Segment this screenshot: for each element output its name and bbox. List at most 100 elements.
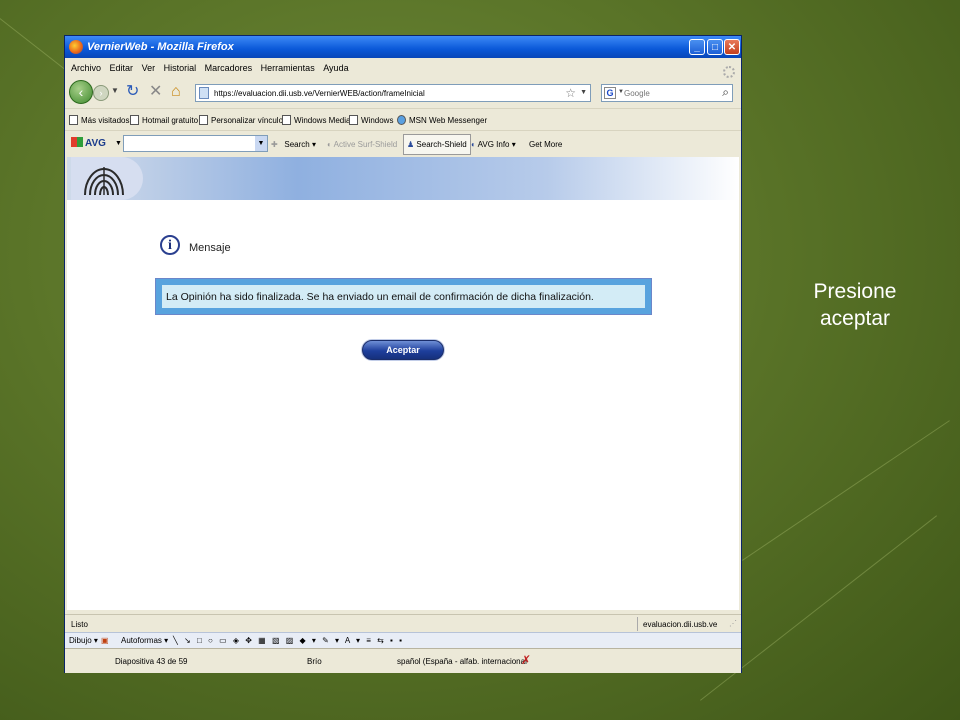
menu-ayuda[interactable]: Ayuda: [323, 63, 348, 73]
bookmark-star-icon[interactable]: ☆: [565, 86, 576, 100]
menu-archivo[interactable]: Archivo: [71, 63, 101, 73]
bookmarks-toolbar: Más visitados Hotmail gratuito Personali…: [65, 108, 741, 131]
stop-icon[interactable]: ✕: [149, 83, 162, 101]
page-icon: [199, 115, 208, 125]
avg-dropdown-icon[interactable]: ▼: [115, 140, 122, 147]
status-bar: Listo evaluacion.dii.usb.ve ⋰: [65, 614, 741, 633]
back-button[interactable]: ‹: [69, 80, 93, 104]
status-text: Listo: [71, 620, 88, 629]
autoshapes-label: Autoformas: [121, 636, 162, 645]
slide-counter: Diapositiva 43 de 59: [115, 657, 188, 666]
message-text: La Opinión ha sido finalizada. Se ha env…: [162, 285, 645, 308]
firefox-icon: [69, 40, 83, 54]
url-text: https://evaluacion.dii.usb.ve/VernierWEB…: [214, 89, 425, 98]
avg-info-button[interactable]: ◐ AVG Info ▾: [471, 140, 516, 149]
caption-line: aceptar: [819, 307, 891, 330]
avg-logo-text: AVG: [85, 138, 106, 149]
bookmark-label: Personalizar vínculos: [211, 116, 288, 125]
slide-caption: Presione aceptar: [770, 278, 940, 332]
avg-info-icon: ◐: [471, 140, 476, 149]
avg-logo[interactable]: AVG: [71, 137, 106, 149]
info-icon: i: [160, 235, 180, 255]
spellcheck-icon[interactable]: ✗: [521, 653, 531, 667]
search-shield-label: Search-Shield: [416, 140, 467, 149]
page-icon: [282, 115, 291, 125]
bookmark-label: Windows: [361, 116, 394, 125]
bookmark-item[interactable]: Windows: [349, 115, 393, 125]
avg-search-dropdown-icon[interactable]: ▼: [255, 136, 267, 151]
status-domain: evaluacion.dii.usb.ve: [643, 620, 718, 629]
avg-search-button[interactable]: ✚ Search ▾: [271, 140, 316, 149]
avg-search-input[interactable]: ▼: [123, 135, 268, 152]
accept-button[interactable]: Aceptar: [362, 340, 444, 360]
browser-window: VernierWeb - Mozilla Firefox _ □ ✕ Archi…: [64, 35, 742, 673]
status-separator: [637, 617, 638, 631]
app-status-bar: Diapositiva 43 de 59 Brío spañol (España…: [65, 648, 741, 673]
header-banner: [67, 157, 739, 200]
caption-line: Presione: [813, 280, 897, 303]
reload-icon[interactable]: ↻: [126, 83, 139, 101]
menu-bar: Archivo Editar Ver Historial Marcadores …: [65, 58, 741, 78]
search-box[interactable]: G ▼ ⌕: [601, 84, 733, 102]
page-icon: [199, 87, 209, 99]
bookmark-label: Hotmail gratuito: [142, 116, 199, 125]
menu-editar[interactable]: Editar: [110, 63, 134, 73]
page-icon: [130, 115, 139, 125]
autoshapes-menu[interactable]: Autoformas ▾: [121, 636, 168, 645]
design-name: Brío: [307, 657, 322, 666]
close-button[interactable]: ✕: [724, 39, 740, 55]
menu-ver[interactable]: Ver: [142, 63, 156, 73]
active-surf-shield-button[interactable]: ◐ Active Surf-Shield: [327, 140, 397, 149]
menu-herramientas[interactable]: Herramientas: [261, 63, 315, 73]
page-content: i Mensaje La Opinión ha sido finalizada.…: [67, 157, 739, 610]
page-icon: [349, 115, 358, 125]
menu-historial[interactable]: Historial: [164, 63, 197, 73]
google-engine-icon[interactable]: G: [604, 87, 616, 99]
title-bar: VernierWeb - Mozilla Firefox _ □ ✕: [65, 36, 741, 58]
home-icon[interactable]: ⌂: [171, 83, 181, 101]
bookmark-item[interactable]: Personalizar vínculos: [199, 115, 287, 125]
avg-logo-icon: [71, 137, 83, 147]
url-dropdown-icon[interactable]: ▼: [580, 89, 587, 96]
draw-menu-label: Dibujo: [69, 636, 92, 645]
bookmark-icon: [69, 115, 78, 125]
bookmark-item[interactable]: Windows Media: [282, 115, 350, 125]
message-box: La Opinión ha sido finalizada. Se ha env…: [155, 278, 652, 315]
search-shield-button[interactable]: ♟ Search-Shield: [403, 134, 471, 155]
avg-info-label: AVG Info: [477, 140, 510, 149]
message-title: Mensaje: [189, 242, 231, 254]
avg-toolbar: AVG ▼ ▼ ✚ Search ▾ ◐ Active Surf-Shield …: [65, 130, 741, 157]
maximize-button[interactable]: □: [707, 39, 723, 55]
drawing-toolbar: Dibujo ▾ ▣ Autoformas ▾ ╲ ↘ □ ○ ▭ ◈ ✥ ▦ …: [65, 632, 741, 649]
search-input[interactable]: [624, 87, 710, 99]
window-title: VernierWeb - Mozilla Firefox: [87, 41, 234, 53]
drawing-tools-icon[interactable]: ╲ ↘ □ ○ ▭ ◈ ✥ ▦ ▧ ▨ ◆ ▾ ✎ ▾ A ▾ ≡ ⇆ ▪ ▪: [173, 636, 404, 645]
active-surf-shield-label: Active Surf-Shield: [333, 140, 398, 149]
bookmark-label: MSN Web Messenger: [409, 116, 488, 125]
search-icon[interactable]: ⌕: [722, 85, 729, 100]
forward-button[interactable]: ›: [93, 85, 109, 101]
history-dropdown-icon[interactable]: ▼: [111, 86, 119, 95]
bookmark-label: Más visitados: [81, 116, 130, 125]
dome-logo-icon: [84, 167, 124, 196]
search-pin-icon: ✚: [271, 140, 278, 149]
avg-search-label: Search: [284, 140, 310, 149]
messenger-icon: [397, 115, 406, 125]
bookmark-item[interactable]: Hotmail gratuito: [130, 115, 198, 125]
bookmark-label: Windows Media: [294, 116, 351, 125]
language-status: spañol (España - alfab. internacional: [397, 657, 527, 666]
menu-marcadores[interactable]: Marcadores: [205, 63, 253, 73]
bookmark-item[interactable]: Más visitados: [69, 115, 129, 125]
draw-menu[interactable]: Dibujo ▾: [69, 636, 98, 645]
surf-shield-icon: ◐: [327, 140, 332, 149]
search-shield-icon: ♟: [407, 140, 415, 149]
minimize-button[interactable]: _: [689, 39, 705, 55]
address-bar[interactable]: https://evaluacion.dii.usb.ve/VernierWEB…: [195, 84, 591, 102]
navigation-toolbar: ‹ › ▼ ↻ ✕ ⌂ https://evaluacion.dii.usb.v…: [65, 76, 741, 108]
select-objects-icon[interactable]: ▣: [101, 636, 109, 645]
get-more-button[interactable]: Get More: [529, 140, 562, 149]
resize-grip-icon[interactable]: ⋰: [729, 619, 737, 628]
university-logo: [71, 157, 143, 200]
bookmark-item[interactable]: MSN Web Messenger: [397, 115, 487, 125]
background-decoration-line: [742, 420, 950, 561]
